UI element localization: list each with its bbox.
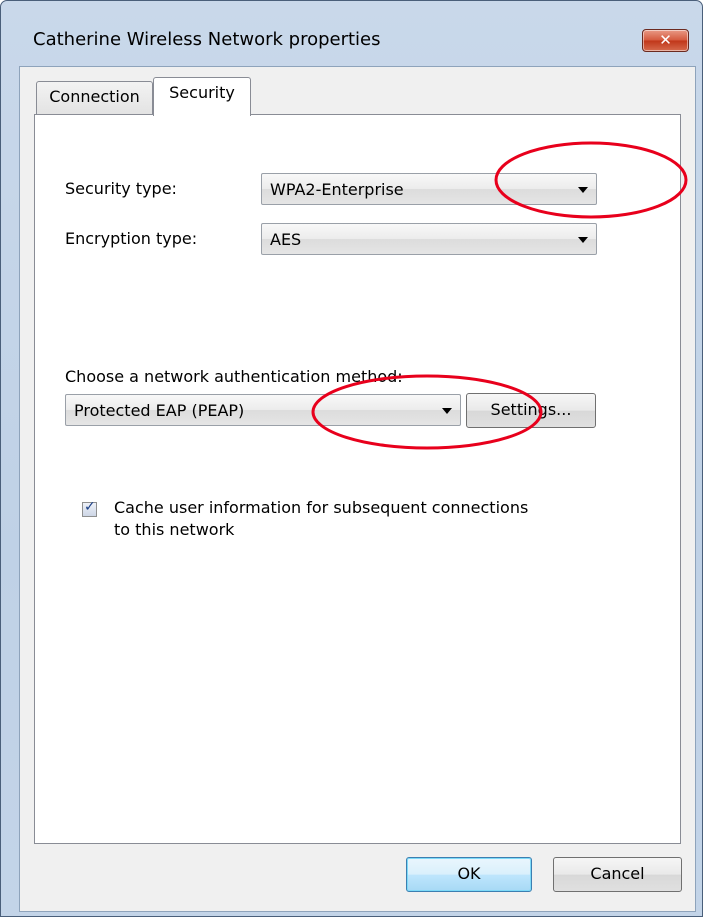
tab-connection[interactable]: Connection (36, 81, 153, 114)
close-icon: ✕ (659, 31, 672, 49)
close-button[interactable]: ✕ (642, 29, 689, 52)
dialog-client-area: Connection Security Security type: WPA2-… (19, 66, 696, 912)
settings-button[interactable]: Settings... (466, 393, 596, 428)
cache-label-line2: to this network (114, 520, 235, 539)
chevron-down-icon (578, 237, 588, 243)
window-title: Catherine Wireless Network properties (33, 29, 381, 50)
checkmark-icon: ✓ (84, 499, 96, 515)
cancel-button[interactable]: Cancel (553, 857, 682, 892)
encryption-type-value: AES (270, 230, 302, 249)
chevron-down-icon (442, 408, 452, 414)
cache-label-line1: Cache user information for subsequent co… (114, 498, 529, 517)
security-type-label: Security type: (65, 179, 177, 198)
tab-security[interactable]: Security (153, 77, 251, 116)
security-type-value: WPA2-Enterprise (270, 180, 404, 199)
cache-user-info-checkbox[interactable]: ✓ (82, 499, 97, 517)
encryption-type-select[interactable]: AES (261, 223, 597, 255)
chevron-down-icon (578, 187, 588, 193)
ok-button[interactable]: OK (406, 857, 532, 892)
auth-method-label: Choose a network authentication method: (65, 367, 403, 386)
dialog-window: Catherine Wireless Network properties ✕ … (0, 0, 703, 917)
security-tab-panel: Security type: WPA2-Enterprise Encryptio… (34, 114, 681, 844)
auth-method-value: Protected EAP (PEAP) (74, 401, 245, 420)
tab-security-label: Security (169, 83, 235, 102)
cache-user-info-label: Cache user information for subsequent co… (114, 497, 528, 541)
tab-connection-label: Connection (49, 87, 140, 106)
auth-method-select[interactable]: Protected EAP (PEAP) (65, 394, 461, 426)
security-type-select[interactable]: WPA2-Enterprise (261, 173, 597, 205)
encryption-type-label: Encryption type: (65, 229, 198, 248)
